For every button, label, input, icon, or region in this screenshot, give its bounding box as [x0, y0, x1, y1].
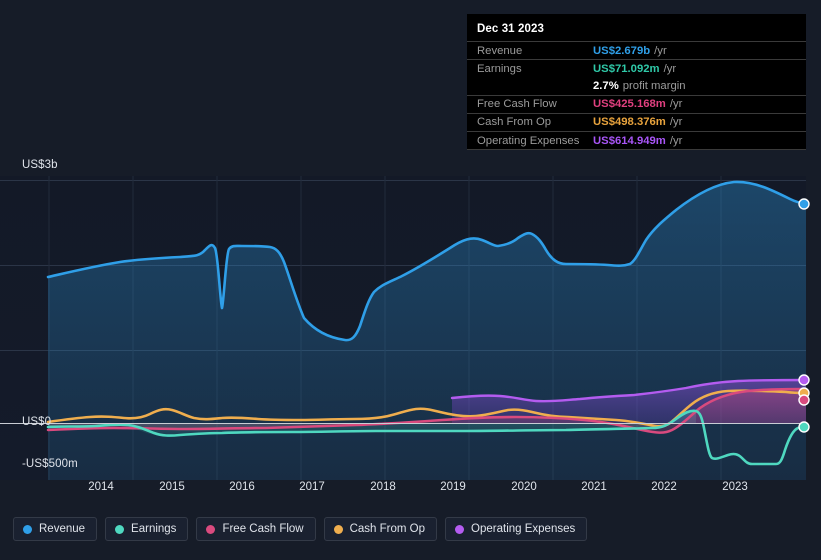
legend-label-earnings: Earnings — [131, 523, 177, 535]
legend-dot-free-cash-flow-icon — [206, 524, 216, 534]
tooltip-suffix-cash-from-op: /yr — [669, 116, 683, 129]
legend-item-free-cash-flow[interactable]: Free Cash Flow — [196, 517, 316, 541]
y-axis-label-bottom: -US$500m — [22, 458, 78, 470]
tooltip-row-earnings: Earnings US$71.092m /yr — [467, 59, 806, 77]
legend-label-free-cash-flow: Free Cash Flow — [222, 523, 304, 535]
x-axis: 2014 2015 2016 2017 2018 2019 2020 2021 … — [0, 481, 821, 501]
x-axis-label-2016: 2016 — [229, 481, 255, 493]
legend-dot-revenue-icon — [23, 524, 32, 534]
tooltip-row-revenue: Revenue US$2.679b /yr — [467, 41, 806, 59]
tooltip-row-cash-from-op: Cash From Op US$498.376m /yr — [467, 112, 806, 131]
legend-dot-operating-expenses-icon — [455, 524, 465, 534]
tooltip-label-revenue: Revenue — [477, 44, 523, 57]
tooltip-date: Dec 31 2023 — [477, 23, 544, 35]
tooltip-suffix-profit-margin: profit margin — [622, 79, 686, 92]
y-axis-label-top: US$3b — [22, 159, 58, 171]
x-axis-label-2023: 2023 — [722, 481, 748, 493]
tooltip-value-operating-expenses: US$614.949m — [593, 134, 666, 147]
y-axis-label-zero: US$0 — [22, 416, 52, 428]
tooltip-value-profit-margin: 2.7% — [593, 79, 619, 92]
legend-dot-cash-from-op-icon — [333, 524, 343, 534]
legend-label-cash-from-op: Cash From Op — [349, 523, 426, 535]
x-axis-label-2015: 2015 — [159, 481, 185, 493]
tooltip-suffix-operating-expenses: /yr — [669, 134, 683, 147]
tooltip-label-operating-expenses: Operating Expenses — [477, 134, 580, 147]
free-cash-flow-endpoint-marker — [798, 394, 810, 406]
tooltip-row-operating-expenses: Operating Expenses US$614.949m /yr — [467, 130, 806, 151]
legend-item-earnings[interactable]: Earnings — [105, 517, 189, 541]
x-axis-label-2021: 2021 — [581, 481, 607, 493]
x-axis-label-2018: 2018 — [370, 481, 396, 493]
tooltip-value-free-cash-flow: US$425.168m — [593, 98, 666, 111]
operating-expenses-endpoint-marker — [798, 374, 810, 386]
legend-item-operating-expenses[interactable]: Operating Expenses — [445, 517, 588, 541]
tooltip-value-revenue: US$2.679b — [593, 44, 651, 57]
chart-legend: Revenue Earnings Free Cash Flow Cash Fro… — [13, 517, 588, 541]
x-axis-label-2020: 2020 — [511, 481, 537, 493]
tooltip-label-free-cash-flow: Free Cash Flow — [477, 98, 557, 111]
tooltip-suffix-earnings: /yr — [663, 62, 677, 75]
data-tooltip: Dec 31 2023 Revenue US$2.679b /yr Earnin… — [467, 14, 806, 151]
legend-dot-earnings-icon — [115, 524, 125, 534]
x-axis-label-2022: 2022 — [651, 481, 677, 493]
tooltip-suffix-revenue: /yr — [654, 44, 667, 57]
x-axis-label-2017: 2017 — [299, 481, 325, 493]
tooltip-row-free-cash-flow: Free Cash Flow US$425.168m /yr — [467, 94, 806, 113]
x-axis-label-2014: 2014 — [88, 481, 114, 493]
legend-label-revenue: Revenue — [39, 523, 86, 535]
tooltip-label-earnings: Earnings — [477, 62, 522, 75]
tooltip-row-profit-margin: 2.7% profit margin — [467, 77, 806, 94]
tooltip-value-earnings: US$71.092m — [593, 62, 660, 75]
legend-label-operating-expenses: Operating Expenses — [471, 523, 576, 535]
legend-item-cash-from-op[interactable]: Cash From Op — [323, 517, 438, 541]
x-axis-label-2019: 2019 — [440, 481, 466, 493]
revenue-endpoint-marker — [798, 198, 810, 210]
legend-item-revenue[interactable]: Revenue — [13, 517, 98, 541]
tooltip-label-cash-from-op: Cash From Op — [477, 116, 552, 129]
financial-chart: US$3b US$0 -US$500m 2014 2015 2016 2017 … — [0, 0, 821, 560]
tooltip-suffix-free-cash-flow: /yr — [669, 98, 683, 111]
earnings-endpoint-marker — [798, 421, 810, 433]
tooltip-value-cash-from-op: US$498.376m — [593, 116, 666, 129]
